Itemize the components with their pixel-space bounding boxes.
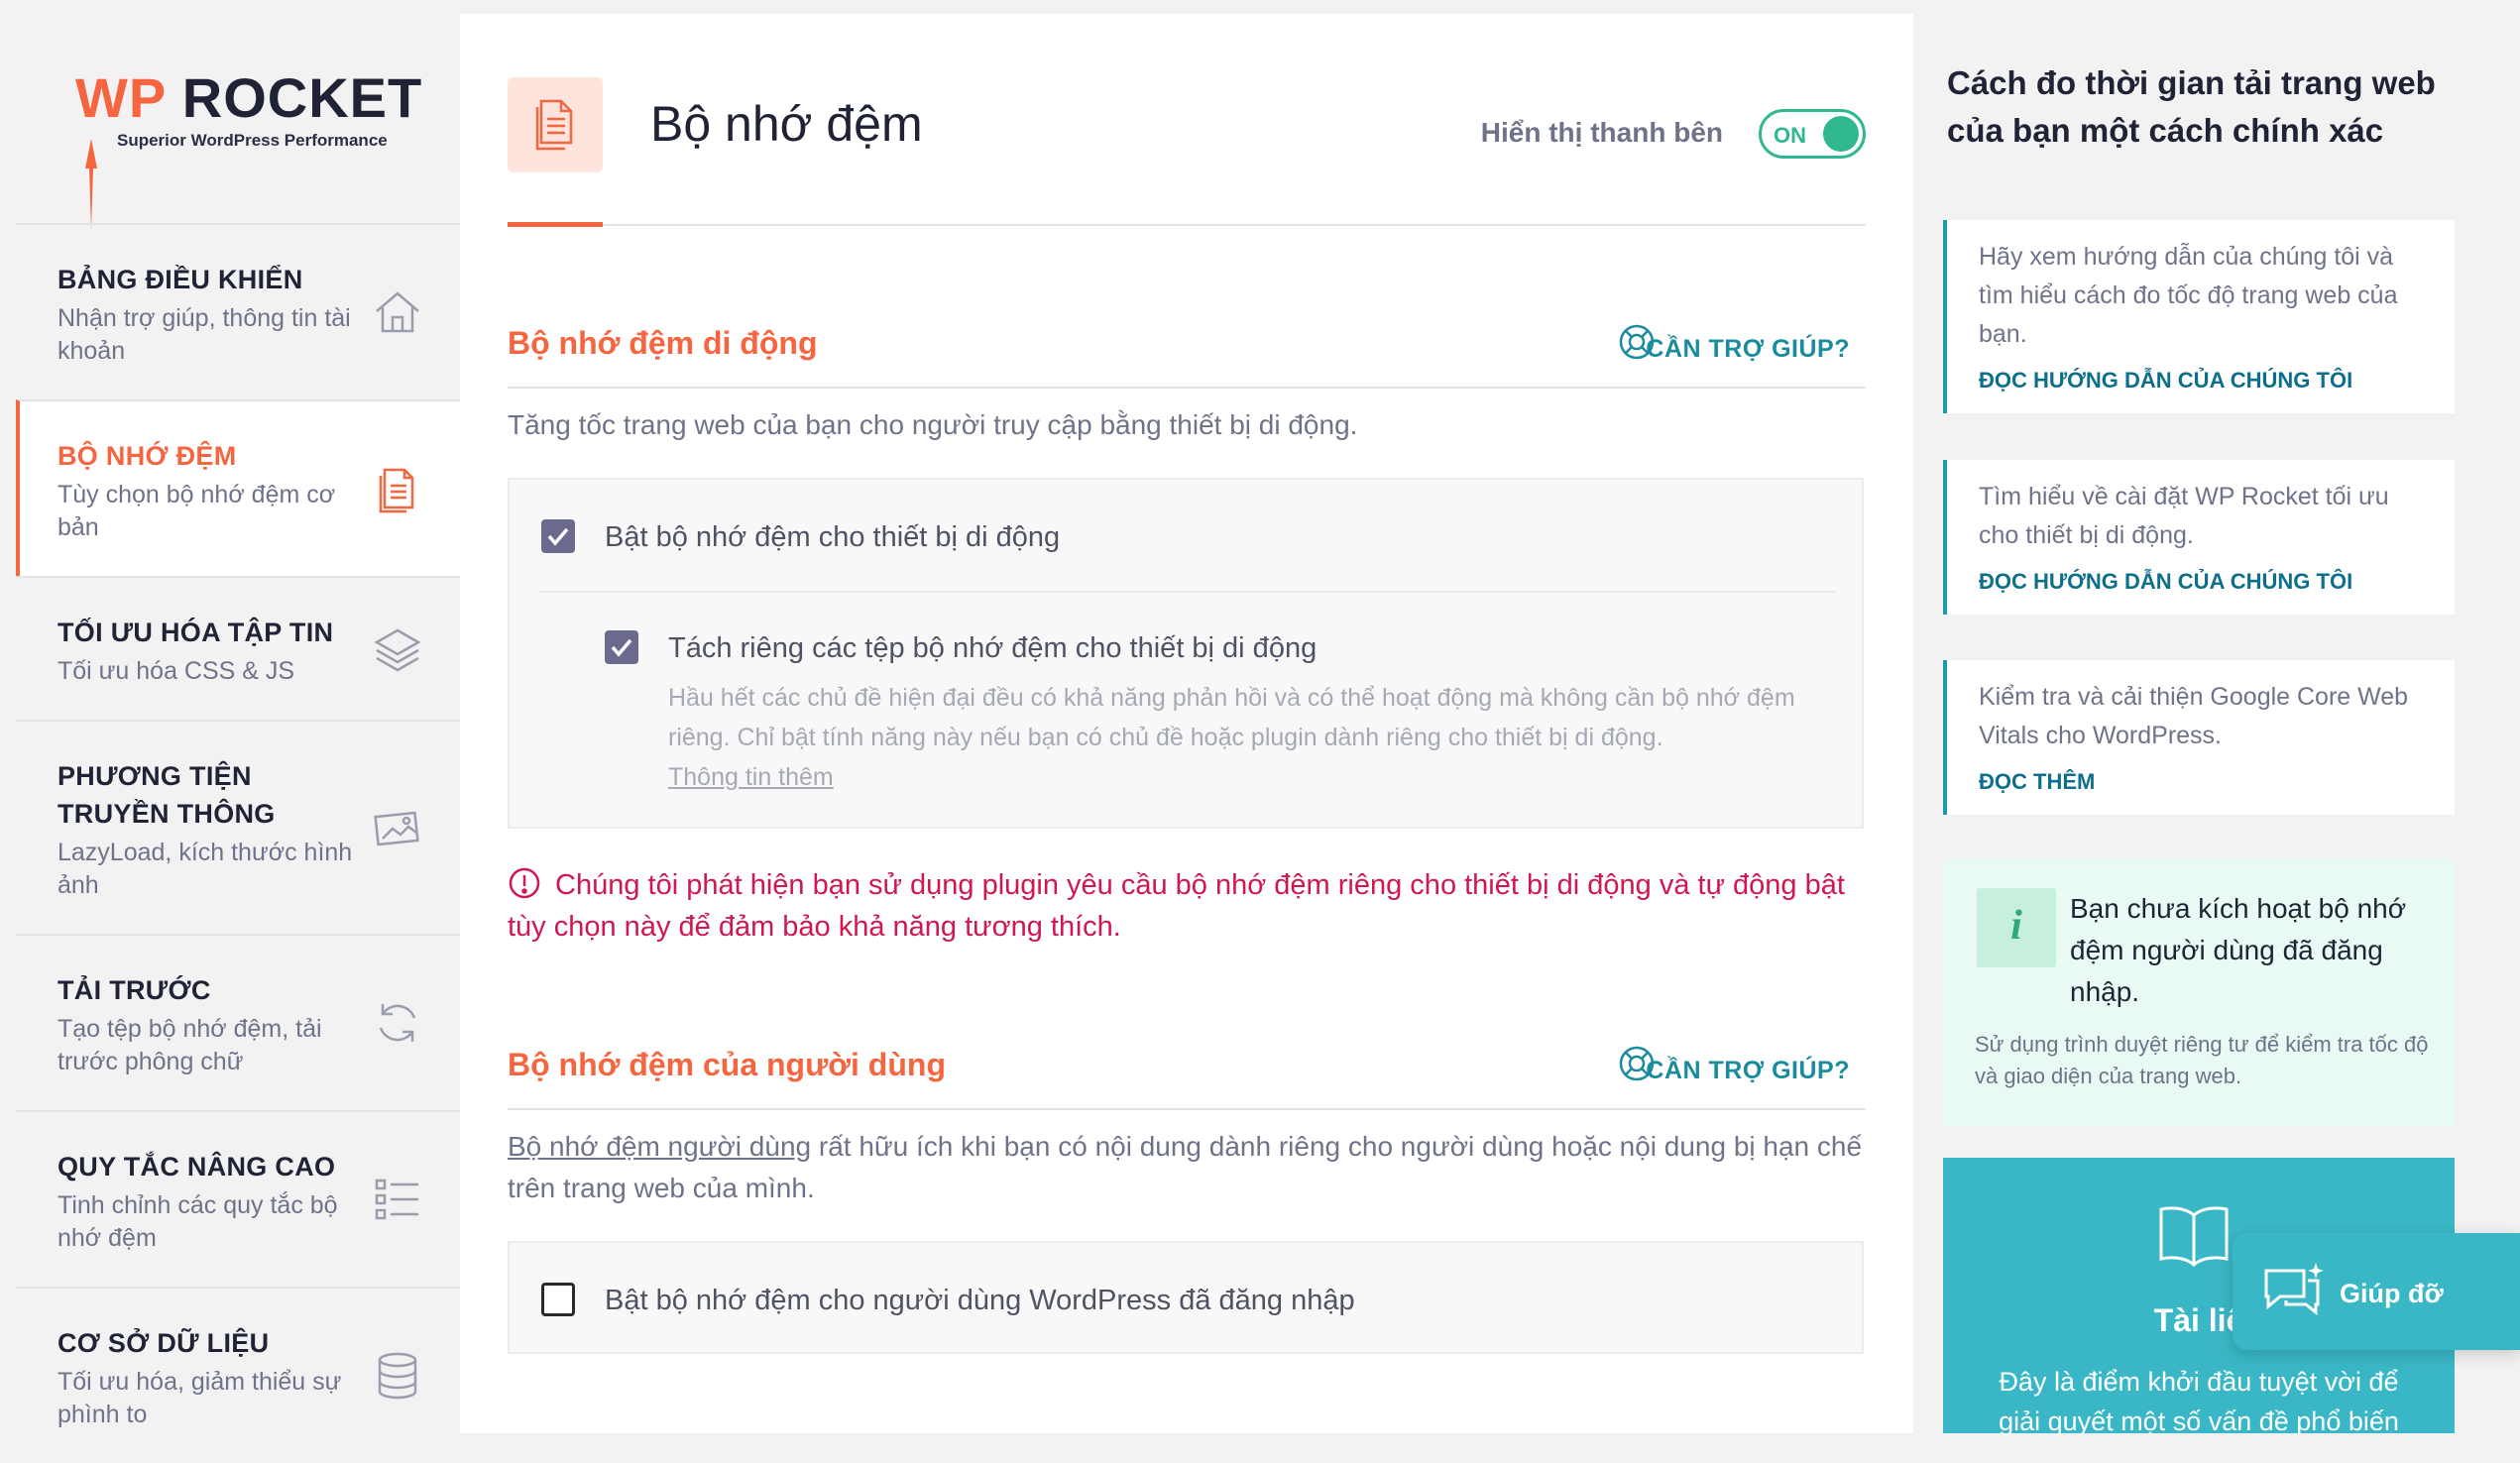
image-icon (374, 811, 419, 846)
logged-in-notice: i Bạn chưa kích hoạt bộ nhớ đệm người dù… (1943, 858, 2455, 1126)
mobile-help-link[interactable]: CẦN TRỢ GIÚP? (1646, 335, 1850, 364)
nav-item-desc: Tùy chọn bộ nhớ đệm cơ bản (57, 481, 336, 541)
nav-item-file-optimization[interactable]: TỐI ƯU HÓA TẬP TIN Tối ưu hóa CSS & JS (16, 576, 460, 720)
logo-rocket: ROCKET (181, 66, 423, 129)
chat-icon (2264, 1263, 2324, 1316)
guide-card-link[interactable]: ĐỌC THÊM (1979, 769, 2425, 795)
section-divider (508, 387, 1866, 389)
nav-item-title: BỘ NHỚ ĐỆM (57, 441, 237, 471)
notice-title: Bạn chưa kích hoạt bộ nhớ đệm người dùng… (2070, 893, 2407, 1007)
info-icon-glyph: i (2010, 903, 2022, 949)
logged-in-cache-checkbox[interactable] (541, 1283, 575, 1316)
toggle-state: ON (1774, 123, 1806, 148)
list-icon (375, 1179, 418, 1220)
user-cache-title: Bộ nhớ đệm của người dùng (508, 1047, 946, 1082)
help-beacon-button[interactable]: Giúp đỡ (2233, 1233, 2520, 1350)
wp-rocket-logo[interactable]: WP ROCKET Superior WordPress Performance (75, 65, 421, 230)
refresh-icon (379, 1004, 416, 1042)
nav-item-title: PHƯƠNG TIỆN TRUYỀN THÔNG (57, 761, 276, 829)
guide-card-text: Kiểm tra và cải thiện Google Core Web Vi… (1979, 683, 2409, 749)
nav-item-media[interactable]: PHƯƠNG TIỆN TRUYỀN THÔNG LazyLoad, kích … (16, 720, 460, 934)
user-cache-doc-link[interactable]: Bộ nhớ đệm người dùng (508, 1131, 811, 1162)
documentation-desc: Đây là điểm khởi đầu tuyệt vời để giải q… (1999, 1367, 2399, 1436)
guide-card-link[interactable]: ĐỌC HƯỚNG DẪN CỦA CHÚNG TÔI (1979, 569, 2425, 595)
logo-wp: WP (75, 66, 167, 129)
nav-item-title: TẢI TRƯỚC (57, 975, 211, 1005)
nav-item-dashboard[interactable]: BẢNG ĐIỀU KHIỂN Nhận trợ giúp, thông tin… (16, 223, 460, 399)
show-sidebar-toggle[interactable]: ON (1759, 109, 1866, 159)
separate-mobile-cache-label[interactable]: Tách riêng các tệp bộ nhớ đệm cho thiết … (668, 632, 1317, 665)
option-divider (539, 591, 1836, 593)
mobile-cache-title: Bộ nhớ đệm di động (508, 325, 818, 361)
nav-item-cache[interactable]: BỘ NHỚ ĐỆM Tùy chọn bộ nhớ đệm cơ bản (16, 399, 460, 576)
nav-item-preload[interactable]: TẢI TRƯỚC Tạo tệp bộ nhớ đệm, tải trước … (16, 934, 460, 1110)
check-icon (547, 527, 569, 546)
nav-item-desc: Tối ưu hóa, giảm thiểu sự phình to (57, 1368, 342, 1428)
warning-icon (509, 867, 540, 899)
guide-card: Tìm hiểu về cài đặt WP Rocket tối ưu cho… (1943, 460, 2455, 615)
info-icon: i (1977, 888, 2056, 967)
separate-mobile-cache-desc: Hầu hết các chủ đề hiện đại đều có khả n… (668, 678, 1858, 797)
nav-item-title: TỐI ƯU HÓA TẬP TIN (57, 618, 334, 647)
nav-item-desc: Tối ưu hóa CSS & JS (57, 657, 295, 685)
left-sidebar: WP ROCKET Superior WordPress Performance… (0, 0, 460, 1433)
user-help-link[interactable]: CẦN TRỢ GIÚP? (1646, 1057, 1850, 1085)
toggle-knob (1823, 116, 1859, 152)
nav-item-desc: Tạo tệp bộ nhớ đệm, tải trước phông chữ (57, 1015, 322, 1075)
nav-item-advanced-rules[interactable]: QUY TẮC NÂNG CAO Tinh chỉnh các quy tắc … (16, 1110, 460, 1287)
guide-card: Kiểm tra và cải thiện Google Core Web Vi… (1943, 660, 2455, 815)
main-content: Bộ nhớ đệm Hiển thị thanh bên ON Bộ nhớ … (460, 14, 1913, 1433)
mobile-cache-checkbox[interactable] (541, 519, 575, 553)
user-options-box: Bật bộ nhớ đệm cho người dùng WordPress … (508, 1241, 1864, 1354)
mobile-cache-label[interactable]: Bật bộ nhớ đệm cho thiết bị di động (605, 521, 1060, 554)
logo-wordmark: WP ROCKET (75, 65, 422, 130)
help-beacon-label: Giúp đỡ (2340, 1279, 2444, 1308)
right-sidebar: Cách đo thời gian tải trang web của bạn … (1913, 0, 2520, 1436)
more-info-link[interactable]: Thông tin thêm (668, 763, 834, 791)
nav-item-database[interactable]: CƠ SỞ DỮ LIỆU Tối ưu hóa, giảm thiểu sự … (16, 1287, 460, 1463)
page-icon-box (508, 77, 603, 172)
rocket-flame-icon (85, 139, 97, 230)
nav-item-title: CƠ SỞ DỮ LIỆU (57, 1328, 270, 1358)
layers-icon (374, 628, 421, 671)
nav-item-desc: Tinh chỉnh các quy tắc bộ nhớ đệm (57, 1191, 338, 1252)
nav-item-title: QUY TẮC NÂNG CAO (57, 1152, 336, 1182)
warning-text: Chúng tôi phát hiện bạn sử dụng plugin y… (508, 869, 1845, 943)
guide-card-text: Hãy xem hướng dẫn của chúng tôi và tìm h… (1979, 243, 2398, 348)
notice-desc: Sử dụng trình duyệt riêng tư để kiểm tra… (1975, 1032, 2429, 1088)
nav-item-desc: LazyLoad, kích thước hình ảnh (57, 839, 353, 899)
guide-card-text: Tìm hiểu về cài đặt WP Rocket tối ưu cho… (1979, 483, 2389, 549)
book-icon (2159, 1206, 2229, 1268)
header-divider (508, 224, 1866, 226)
mobile-options-box: Bật bộ nhớ đệm cho thiết bị di động Tách… (508, 478, 1864, 829)
separate-mobile-cache-checkbox[interactable] (605, 630, 638, 664)
guide-card-link[interactable]: ĐỌC HƯỚNG DẪN CỦA CHÚNG TÔI (1979, 368, 2425, 394)
nav-item-title: BẢNG ĐIỀU KHIỂN (57, 265, 303, 294)
show-sidebar-label: Hiển thị thanh bên (1480, 117, 1723, 148)
guide-card: Hãy xem hướng dẫn của chúng tôi và tìm h… (1943, 220, 2455, 413)
header-accent-bar (508, 222, 603, 227)
database-icon (378, 1352, 417, 1400)
nav-item-desc: Nhận trợ giúp, thông tin tài khoản (57, 304, 351, 365)
right-sidebar-title: Cách đo thời gian tải trang web của bạn … (1947, 64, 2436, 149)
logged-in-cache-label[interactable]: Bật bộ nhớ đệm cho người dùng WordPress … (605, 1285, 1355, 1317)
compatibility-warning: Chúng tôi phát hiện bạn sử dụng plugin y… (508, 864, 1866, 948)
user-cache-desc: Bộ nhớ đệm người dùng rất hữu ích khi bạ… (508, 1126, 1866, 1209)
main-nav: BẢNG ĐIỀU KHIỂN Nhận trợ giúp, thông tin… (16, 223, 460, 1463)
document-icon (379, 468, 414, 513)
page-title: Bộ nhớ đệm (650, 96, 923, 152)
section-divider (508, 1108, 1866, 1110)
mobile-cache-desc: Tăng tốc trang web của bạn cho người tru… (508, 409, 1358, 440)
document-icon (535, 99, 573, 151)
separate-mobile-cache-desc-text: Hầu hết các chủ đề hiện đại đều có khả n… (668, 684, 1795, 751)
home-icon (376, 291, 419, 333)
logo-tagline: Superior WordPress Performance (117, 131, 388, 150)
check-icon (611, 638, 632, 657)
